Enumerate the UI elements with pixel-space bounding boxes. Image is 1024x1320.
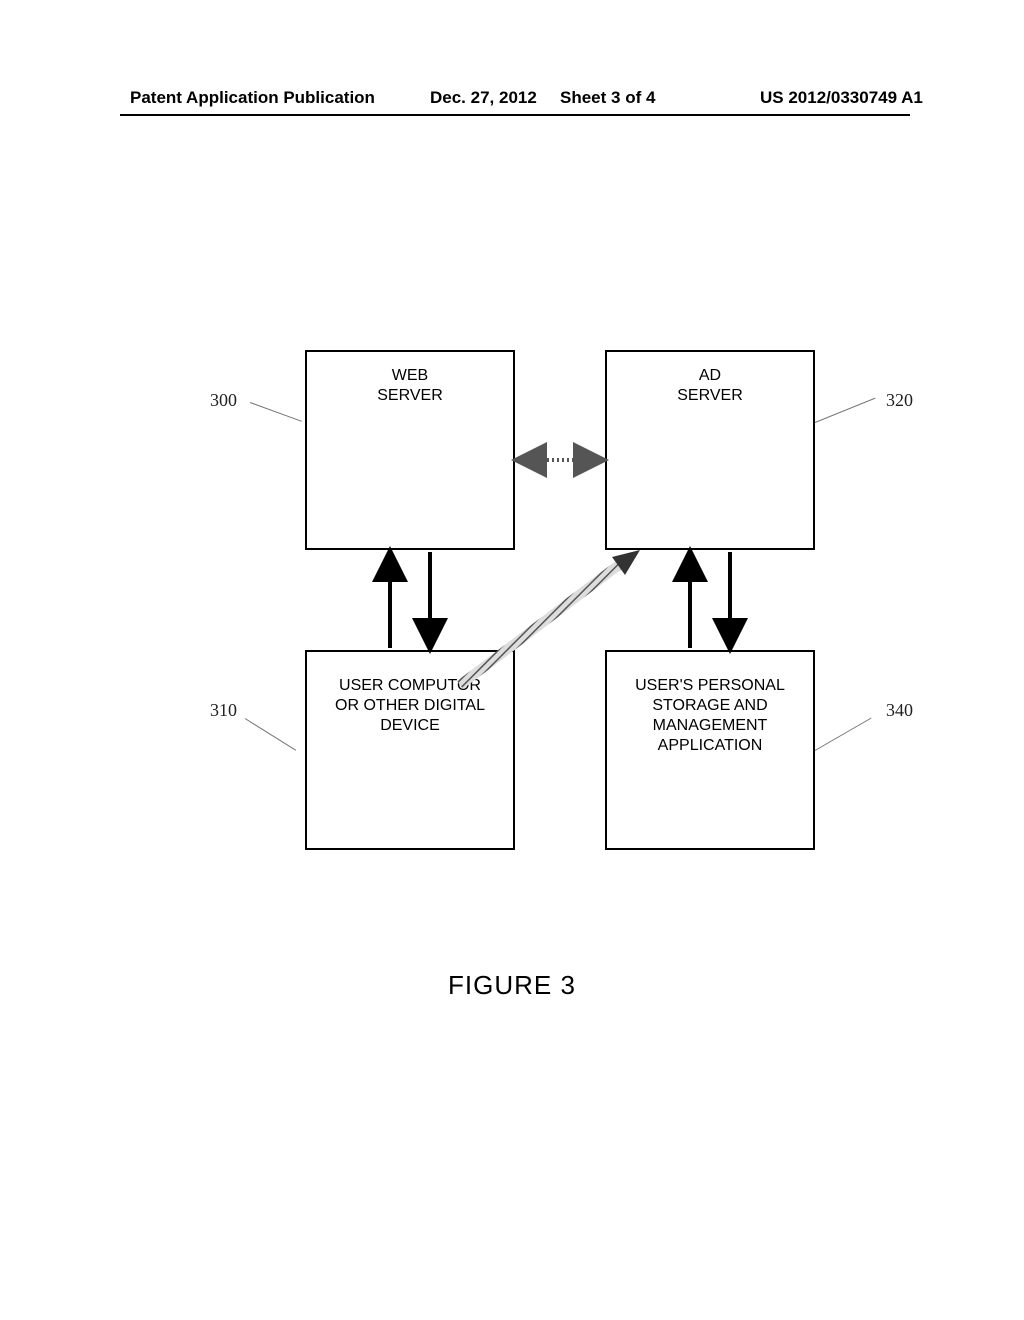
- arrow-user-to-ad: [460, 550, 640, 685]
- publication-date: Dec. 27, 2012: [430, 88, 537, 108]
- figure-caption: FIGURE 3: [0, 970, 1024, 1001]
- publication-number: US 2012/0330749 A1: [760, 88, 923, 108]
- connector-arrows: [0, 350, 1024, 1050]
- sheet-number: Sheet 3 of 4: [560, 88, 655, 108]
- figure-diagram: WEB SERVER AD SERVER USER COMPUTOR OR OT…: [0, 350, 1024, 1050]
- publication-type: Patent Application Publication: [130, 88, 375, 108]
- header-rule: [120, 114, 910, 116]
